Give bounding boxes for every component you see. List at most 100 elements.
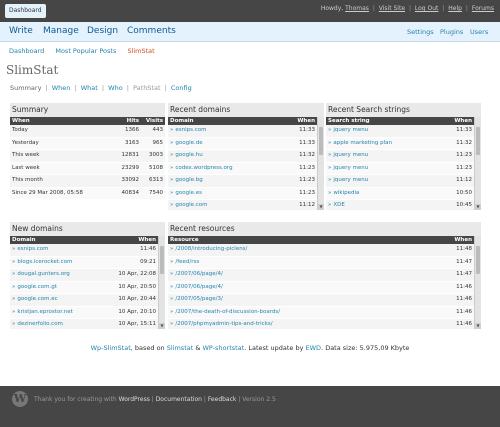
menu-settings[interactable]: Settings xyxy=(407,28,434,36)
forums-link[interactable]: Forums xyxy=(472,5,494,12)
submenu-dashboard[interactable]: Dashboard xyxy=(9,47,44,55)
list-item: » google.com 11:12 xyxy=(168,200,324,213)
recent-search-panel: Recent Search strings Search string When… xyxy=(326,103,481,213)
tab-summary[interactable]: Summary xyxy=(10,84,41,92)
recent-domains-scrollbar[interactable]: ▼ xyxy=(317,117,324,210)
recent-resources-body: »/2008/introducing-piclens/11:48 »/feed/… xyxy=(168,244,481,332)
bullet-icon: » xyxy=(170,127,174,133)
recent-search-scrollbar[interactable]: ▼ xyxy=(474,117,481,210)
scroll-thumb[interactable] xyxy=(476,127,480,155)
search-string-link[interactable]: jquery menu xyxy=(333,177,368,183)
domain-link[interactable]: esnips.com xyxy=(175,127,206,133)
resource-link[interactable]: /2007/phpmyadmin-tips-and-tricks/ xyxy=(175,321,272,327)
new-domains-scrollbar[interactable]: ▼ xyxy=(158,236,165,329)
footer-text: Thank you for creating with WordPress | … xyxy=(34,396,276,403)
list-item: » jquery menu 11:23 xyxy=(326,150,481,163)
ewd-link[interactable]: EWD xyxy=(306,344,322,352)
dashboard-button[interactable]: Dashboard xyxy=(5,4,46,18)
feedback-link[interactable]: Feedback xyxy=(208,396,237,403)
submenu-most-popular-posts[interactable]: Most Popular Posts xyxy=(55,47,116,55)
scroll-thumb[interactable] xyxy=(319,127,323,155)
domain-link[interactable]: codex.wordpress.org xyxy=(175,165,232,171)
bullet-icon: » xyxy=(170,296,174,302)
main-menu: Write Manage Design Comments Settings Pl… xyxy=(0,22,500,42)
resource-link[interactable]: /2007/06/page/4/ xyxy=(175,271,223,277)
howdy-text: Howdy, xyxy=(320,5,344,12)
search-string-link[interactable]: wikipedia xyxy=(333,190,359,196)
scroll-thumb[interactable] xyxy=(160,246,164,274)
user-links: Howdy, Thomas | Visit Site | Log Out | H… xyxy=(320,5,494,12)
help-link[interactable]: Help xyxy=(448,5,462,12)
list-item: »/2007/phpmyadmin-tips-and-tricks/11:46 xyxy=(168,319,481,332)
list-item: »/2008/introducing-piclens/11:48 xyxy=(168,244,481,257)
recent-domains-body: » esnips.com 11:33 » google.de 11:33 » google… xyxy=(168,125,324,213)
menu-design[interactable]: Design xyxy=(87,26,118,36)
domain-link[interactable]: dezinerfolio.com xyxy=(17,321,63,327)
wp-shortstat-link[interactable]: WP-shortstat xyxy=(202,344,244,352)
resource-link[interactable]: /2007/the-death-of-discussion-boards/ xyxy=(175,309,280,315)
resource-link[interactable]: /feed/rss xyxy=(175,259,199,265)
menu-write[interactable]: Write xyxy=(9,26,33,36)
tab-when[interactable]: When xyxy=(52,84,71,92)
log-out-link[interactable]: Log Out xyxy=(415,5,439,12)
search-string-link[interactable]: jquery menu xyxy=(333,165,368,171)
scroll-down-icon[interactable]: ▼ xyxy=(318,204,324,210)
summary-col-hits: Hits xyxy=(126,118,139,124)
domain-link[interactable]: esnips.com xyxy=(17,246,48,252)
slimstat-link[interactable]: Slimstat xyxy=(167,344,194,352)
bullet-icon: » xyxy=(12,321,16,327)
recent-domains-header-row: Domain When xyxy=(168,117,324,125)
scroll-thumb[interactable] xyxy=(476,246,480,274)
bullet-icon: » xyxy=(170,152,174,158)
menu-users[interactable]: Users xyxy=(470,28,488,36)
user-name-link[interactable]: Thomas xyxy=(345,5,369,12)
tab-who[interactable]: Who xyxy=(108,84,123,92)
domain-link[interactable]: blogs.icerocket.com xyxy=(17,259,72,265)
bullet-icon: » xyxy=(170,258,174,265)
bullet-icon: » xyxy=(328,152,332,158)
scroll-down-icon[interactable]: ▼ xyxy=(159,323,165,329)
domain-link[interactable]: google.bg xyxy=(175,177,202,183)
tab-config[interactable]: Config xyxy=(171,84,192,92)
resource-link[interactable]: /2007/05/page/3/ xyxy=(175,296,223,302)
bullet-icon: » xyxy=(12,271,16,277)
documentation-link[interactable]: Documentation xyxy=(156,396,202,403)
domain-link[interactable]: dougal.gunters.org xyxy=(17,271,69,277)
domain-link[interactable]: google.com xyxy=(175,202,207,208)
visit-site-link[interactable]: Visit Site xyxy=(379,5,405,12)
resource-link[interactable]: /2007/06/page/4/ xyxy=(175,284,223,290)
recent-search-body: » jquery menu 11:33 » apple marketing plan 1… xyxy=(326,125,481,213)
domain-link[interactable]: kristjan.eprostor.net xyxy=(17,309,72,315)
search-string-link[interactable]: jquery menu xyxy=(333,152,368,158)
recent-resources-scrollbar[interactable]: ▼ xyxy=(474,236,481,329)
list-item: »/2007/the-death-of-discussion-boards/11… xyxy=(168,306,481,319)
menu-manage[interactable]: Manage xyxy=(43,26,79,36)
search-string-link[interactable]: XDE xyxy=(333,202,344,208)
scroll-down-icon[interactable]: ▼ xyxy=(475,204,481,210)
tab-pathstat[interactable]: PathStat xyxy=(133,84,161,92)
bullet-icon: » xyxy=(12,246,16,252)
bullet-icon: » xyxy=(170,283,174,290)
resource-link[interactable]: /2008/introducing-piclens/ xyxy=(175,246,247,252)
wordpress-link[interactable]: WordPress xyxy=(119,396,150,403)
domain-link[interactable]: google.de xyxy=(175,140,202,146)
summary-col-visits: Visits xyxy=(145,118,163,124)
submenu-slimstat[interactable]: SlimStat xyxy=(127,47,154,55)
domain-link[interactable]: google.es xyxy=(175,190,202,196)
domain-link[interactable]: google.com.gt xyxy=(17,284,57,290)
domain-link[interactable]: google.com.ec xyxy=(17,296,57,302)
search-string-link[interactable]: jquery menu xyxy=(333,127,368,133)
recent-domains-title: Recent domains xyxy=(168,103,324,117)
list-item: » google.hu 11:32 xyxy=(168,150,324,163)
scroll-down-icon[interactable]: ▼ xyxy=(475,323,481,329)
bullet-icon: » xyxy=(12,296,16,302)
search-string-link[interactable]: apple marketing plan xyxy=(333,140,392,146)
menu-comments[interactable]: Comments xyxy=(127,26,176,36)
tab-what[interactable]: What xyxy=(81,84,98,92)
bullet-icon: » xyxy=(328,177,332,183)
domain-link[interactable]: google.hu xyxy=(175,152,202,158)
bullet-icon: » xyxy=(170,321,174,327)
slimstat-tabs: Summary | When | What | Who | PathStat |… xyxy=(10,84,192,92)
wp-slimstat-link[interactable]: Wp-SlimStat xyxy=(91,344,131,352)
menu-plugins[interactable]: Plugins xyxy=(440,28,463,36)
